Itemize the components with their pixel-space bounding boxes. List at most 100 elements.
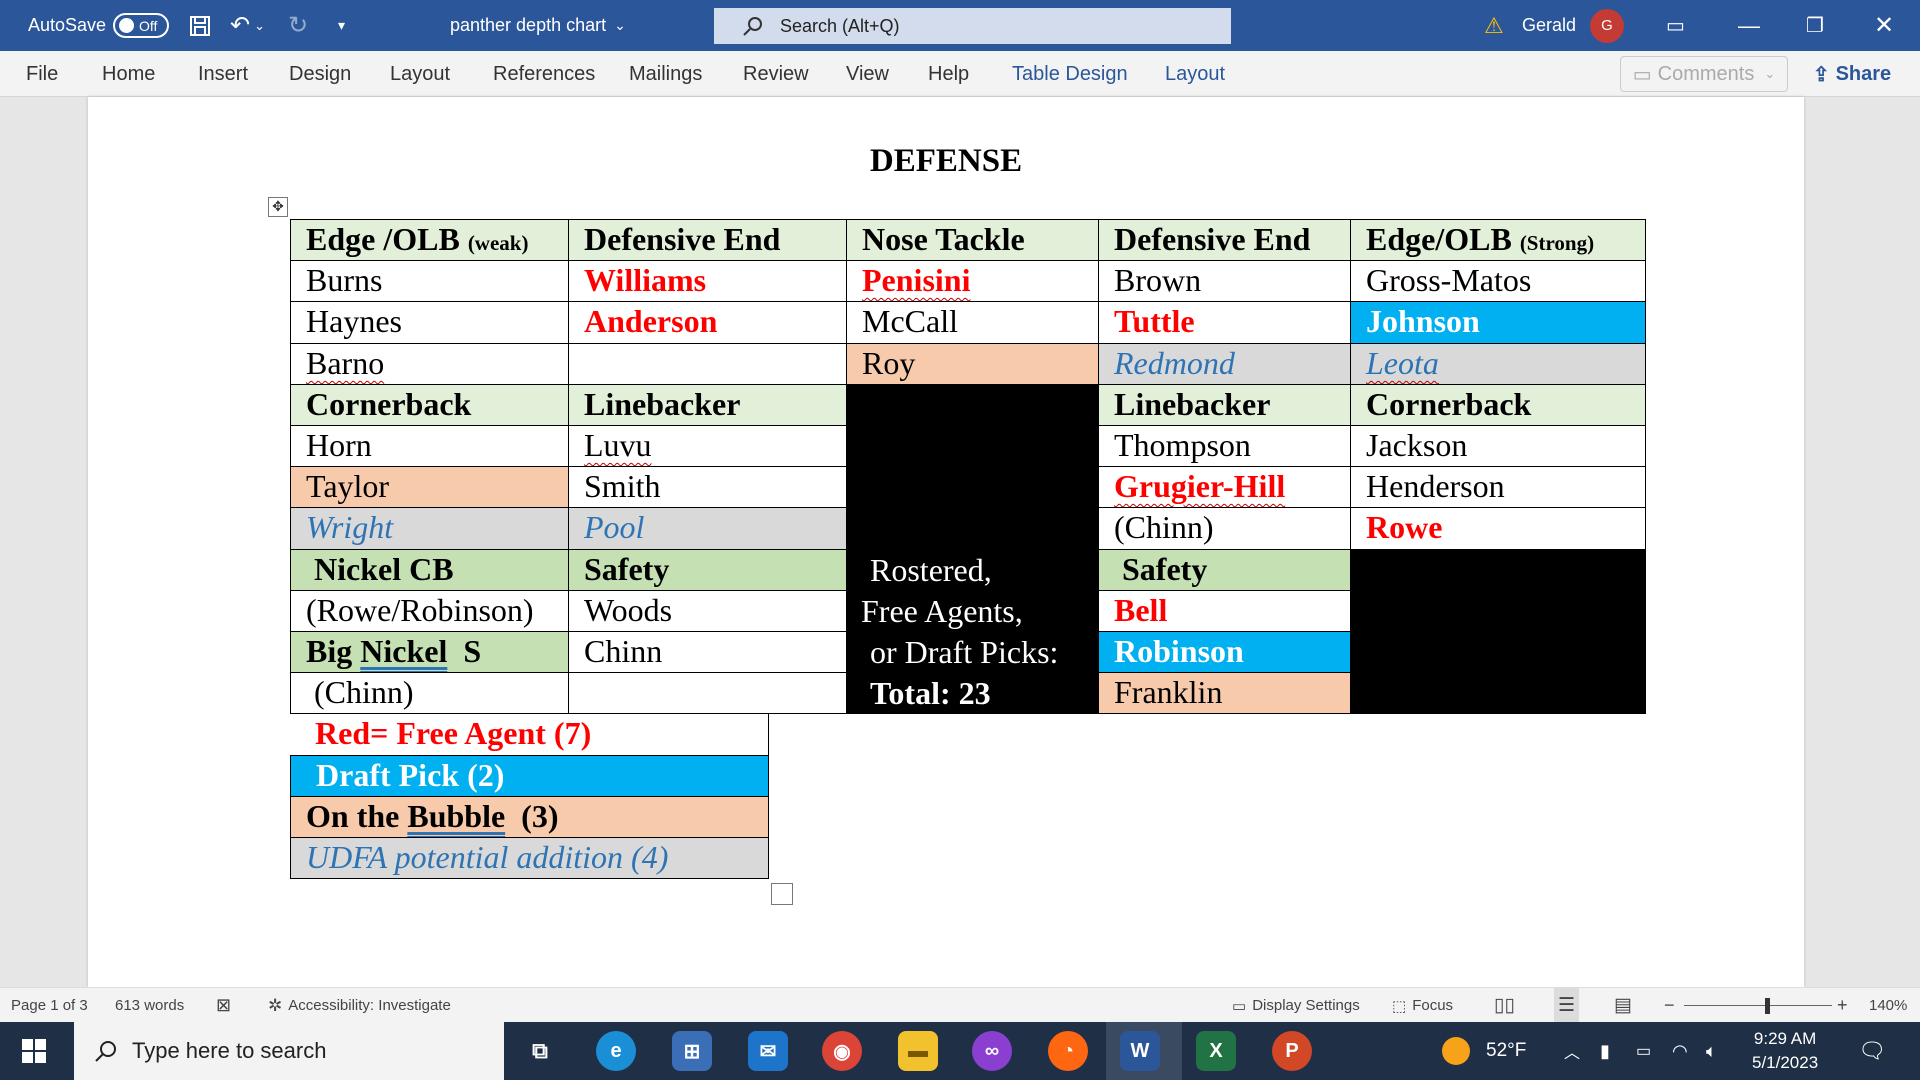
table-move-handle-icon[interactable]: ✥ — [268, 197, 288, 217]
tab-references[interactable]: References — [493, 51, 595, 97]
clock[interactable]: 9:29 AM 5/1/2023 — [1752, 1022, 1818, 1080]
accessibility-button[interactable]: ✲ Accessibility: Investigate — [268, 988, 451, 1023]
tab-insert[interactable]: Insert — [198, 51, 248, 97]
focus-button[interactable]: ⬚ Focus — [1392, 988, 1453, 1023]
table-cell[interactable]: Horn — [290, 425, 569, 467]
chrome-browser-icon[interactable]: ◉ — [822, 1031, 862, 1071]
header-nose-tackle[interactable]: Nose Tackle — [846, 219, 1099, 261]
table-cell[interactable]: (Rowe/Robinson) — [290, 590, 569, 632]
word-app-icon[interactable]: W — [1120, 1031, 1160, 1071]
table-cell[interactable]: Brown — [1098, 260, 1351, 302]
print-layout-icon[interactable]: ☰ — [1554, 988, 1580, 1023]
table-cell[interactable]: Tuttle — [1098, 301, 1351, 344]
table-cell[interactable]: Franklin — [1098, 672, 1351, 714]
ribbon-display-options-icon[interactable]: ▭ — [1666, 0, 1685, 51]
app-icon[interactable]: ∞ — [972, 1031, 1012, 1071]
table-cell[interactable]: Rowe — [1350, 507, 1646, 550]
document-page[interactable]: DEFENSE ✥ Edge /OLB (weak) Defensive End… — [88, 97, 1804, 987]
avatar[interactable]: G — [1590, 8, 1624, 43]
tab-home[interactable]: Home — [102, 51, 155, 97]
proofing-icon[interactable]: ⊠ — [216, 988, 231, 1023]
table-cell[interactable]: Henderson — [1350, 466, 1646, 508]
legend-on-the-bubble[interactable]: On the Bubble (3) — [290, 796, 769, 838]
microsoft-store-icon[interactable]: ⊞ — [672, 1031, 712, 1071]
edge-browser-icon[interactable]: e — [596, 1031, 636, 1071]
powerpoint-app-icon[interactable]: P — [1272, 1031, 1312, 1071]
redo-button[interactable]: ↻ — [288, 0, 308, 51]
table-cell[interactable]: Haynes — [290, 301, 569, 344]
header-cornerback-1[interactable]: Cornerback — [290, 384, 569, 426]
header-cornerback-2[interactable]: Cornerback — [1350, 384, 1646, 426]
zoom-out-button[interactable]: − — [1664, 988, 1675, 1023]
table-cell[interactable]: Thompson — [1098, 425, 1351, 467]
close-icon[interactable]: ✕ — [1874, 0, 1894, 51]
table-cell[interactable]: Gross-Matos — [1350, 260, 1646, 302]
table-cell[interactable]: Anderson — [568, 301, 847, 344]
table-cell[interactable]: Taylor — [290, 466, 569, 508]
header-big-nickel-s[interactable]: Big Nickel S — [290, 631, 569, 673]
header-defensive-end-1[interactable]: Defensive End — [568, 219, 847, 261]
table-cell[interactable]: Leota — [1350, 343, 1646, 385]
web-layout-icon[interactable]: ▤ — [1614, 988, 1632, 1023]
display-settings-button[interactable]: ▭ Display Settings — [1232, 988, 1360, 1023]
table-cell[interactable]: Luvu — [568, 425, 847, 467]
tab-mailings[interactable]: Mailings — [629, 51, 702, 97]
header-linebacker-1[interactable]: Linebacker — [568, 384, 847, 426]
table-cell[interactable]: Wright — [290, 507, 569, 550]
notifications-icon[interactable]: 🗨︎ — [1858, 1022, 1886, 1080]
excel-app-icon[interactable]: X — [1196, 1031, 1236, 1071]
zoom-in-button[interactable]: + — [1837, 988, 1848, 1023]
usb-icon[interactable]: ▮ — [1600, 1022, 1610, 1080]
file-explorer-icon[interactable]: ▬ — [898, 1031, 938, 1071]
tab-review[interactable]: Review — [743, 51, 809, 97]
table-cell[interactable]: Woods — [568, 590, 847, 632]
legend-draft-pick[interactable]: Draft Pick (2) — [290, 755, 769, 797]
customize-toolbar-button[interactable]: ▾ — [338, 0, 345, 51]
table-cell[interactable]: Burns — [290, 260, 569, 302]
tab-file[interactable]: File — [26, 51, 58, 97]
restore-icon[interactable]: ❐ — [1806, 0, 1824, 51]
table-cell[interactable]: (Chinn) — [1098, 507, 1351, 550]
header-safety-2[interactable]: Safety — [1098, 549, 1351, 591]
header-defensive-end-2[interactable]: Defensive End — [1098, 219, 1351, 261]
table-cell[interactable]: Robinson — [1098, 631, 1351, 673]
tab-table-layout[interactable]: Layout — [1165, 51, 1225, 97]
zoom-level[interactable]: 140% — [1869, 988, 1907, 1023]
tab-layout[interactable]: Layout — [390, 51, 450, 97]
header-edge-weak[interactable]: Edge /OLB (weak) — [290, 219, 569, 261]
task-view-icon[interactable]: ⧉ — [520, 1031, 560, 1071]
tab-view[interactable]: View — [846, 51, 889, 97]
mail-icon[interactable]: ✉ — [748, 1031, 788, 1071]
table-cell[interactable]: (Chinn) — [290, 672, 569, 714]
comments-button[interactable]: ▭ Comments ⌄ — [1620, 56, 1788, 92]
taskbar-search[interactable]: Type here to search — [74, 1022, 504, 1080]
battery-icon[interactable]: ▭ — [1636, 1022, 1651, 1080]
search-input[interactable]: Search (Alt+Q) — [714, 8, 1231, 44]
word-count[interactable]: 613 words — [115, 988, 184, 1023]
warning-icon[interactable]: ⚠ — [1484, 0, 1504, 51]
legend-udfa[interactable]: UDFA potential addition (4) — [290, 837, 769, 879]
share-button[interactable]: ⇪ Share — [1800, 56, 1904, 92]
document-title-button[interactable]: panther depth chart ⌄ — [450, 0, 626, 51]
table-resize-handle-icon[interactable] — [771, 883, 793, 905]
table-cell[interactable] — [568, 343, 847, 385]
table-cell[interactable]: Jackson — [1350, 425, 1646, 467]
zoom-slider[interactable] — [1684, 988, 1832, 1023]
header-edge-strong[interactable]: Edge/OLB (Strong) — [1350, 219, 1646, 261]
table-cell[interactable]: Johnson — [1350, 301, 1646, 344]
table-cell[interactable]: Bell — [1098, 590, 1351, 632]
read-mode-icon[interactable]: ▯▯ — [1494, 988, 1515, 1023]
tab-table-design[interactable]: Table Design — [1012, 51, 1128, 97]
table-cell[interactable]: Redmond — [1098, 343, 1351, 385]
minimize-icon[interactable]: — — [1738, 0, 1760, 51]
table-cell[interactable]: Chinn — [568, 631, 847, 673]
legend-free-agent[interactable]: Red= Free Agent (7) — [290, 714, 769, 756]
tab-help[interactable]: Help — [928, 51, 969, 97]
header-nickel-cb[interactable]: Nickel CB — [290, 549, 569, 591]
table-cell[interactable]: Pool — [568, 507, 847, 550]
zoom-thumb[interactable] — [1764, 998, 1770, 1014]
undo-button[interactable]: ↶ ⌄ — [230, 0, 265, 51]
table-cell[interactable]: Penisini — [846, 260, 1099, 302]
table-cell[interactable]: Smith — [568, 466, 847, 508]
save-button[interactable] — [188, 0, 212, 51]
